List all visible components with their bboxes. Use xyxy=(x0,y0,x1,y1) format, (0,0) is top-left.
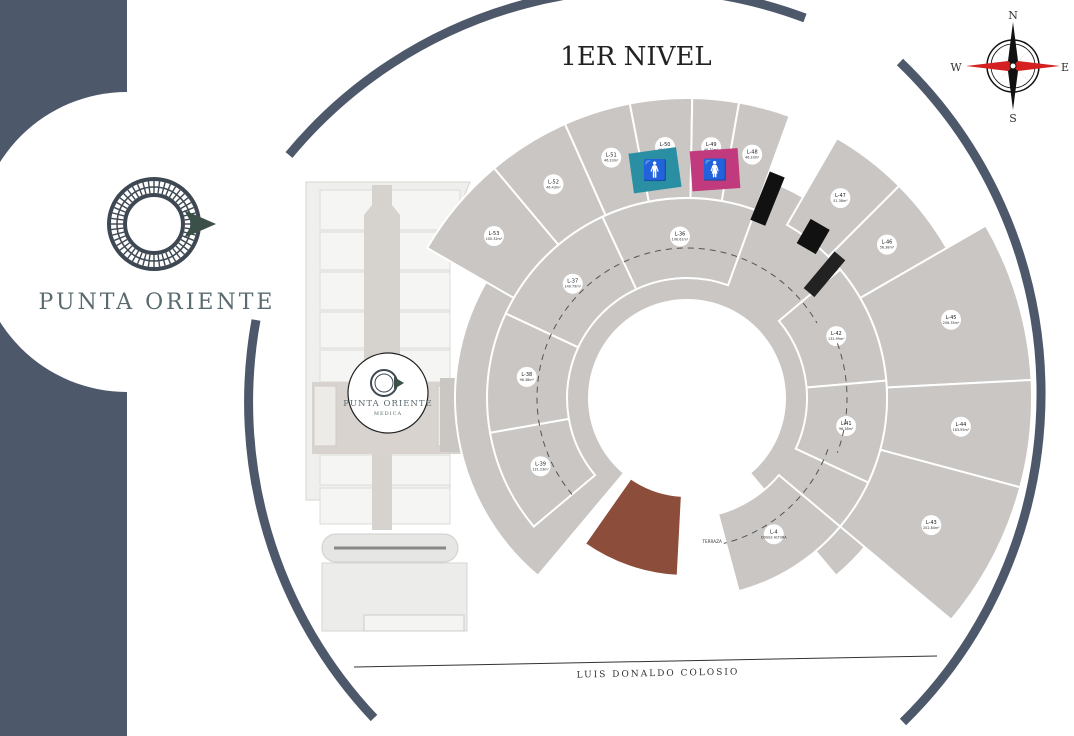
unit-area: 183.95m² xyxy=(953,428,970,432)
unit-area: 51.38m² xyxy=(833,199,848,203)
street-label: LUIS DONALDO COLOSIO xyxy=(576,667,739,680)
unit-area: 46.33m² xyxy=(604,159,619,163)
compass-north-label: N xyxy=(1008,9,1018,22)
unit-area: 96.38m² xyxy=(839,427,854,431)
floor-plan-map: PUNTA ORIENTE 1ER NIVEL N S E W PUNTA OR… xyxy=(0,0,1069,736)
unit-area: 106.61m² xyxy=(672,238,689,242)
mall-floor: L-53100.32m²L-5246.43m²L-5146.33m²L-5046… xyxy=(425,97,1033,622)
woman-icon: 🚺 xyxy=(703,158,728,182)
unit-area: 206.35m² xyxy=(943,321,960,325)
compass-south-label: S xyxy=(1009,112,1017,125)
unit-area: 46.33m² xyxy=(745,156,760,160)
compass-rose-icon xyxy=(966,22,1060,110)
unit-area: 202.84m² xyxy=(923,526,940,530)
brand-name: PUNTA ORIENTE xyxy=(39,290,276,315)
unit-area: 46.43m² xyxy=(546,185,561,189)
central-atrium xyxy=(591,302,783,494)
unit-area: 100.32m² xyxy=(486,237,503,241)
unit-area: 96.38m² xyxy=(520,378,535,382)
unit-area: 131.23m² xyxy=(532,467,549,471)
unit-area: 140.79m² xyxy=(564,285,581,289)
unit-area: DOBLE ALTURA xyxy=(761,535,787,539)
street-line xyxy=(353,655,938,668)
compass-west-label: W xyxy=(950,61,962,74)
medical-brand-name: PUNTA ORIENTE xyxy=(343,399,432,409)
unit-area: 56.38m² xyxy=(880,246,895,250)
man-icon: 🚹 xyxy=(643,158,668,182)
terrace-label: TERRAZA xyxy=(701,539,722,544)
compass-east-label: E xyxy=(1061,61,1069,74)
medical-brand-sub: MEDICA xyxy=(374,411,402,417)
medical-logo xyxy=(347,352,429,434)
unit-area: 132.99m² xyxy=(828,337,845,341)
page-title: 1ER NIVEL xyxy=(560,42,711,72)
